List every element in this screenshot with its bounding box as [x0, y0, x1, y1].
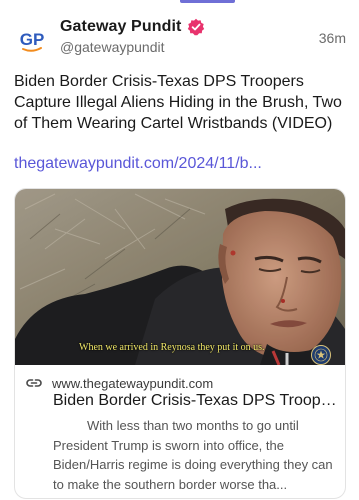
- avatar-initials: GP: [20, 30, 45, 49]
- card-title[interactable]: Biden Border Crisis-Texas DPS Troopers C…: [53, 392, 337, 410]
- link-chain-icon: [25, 376, 43, 390]
- verified-badge-icon: [187, 18, 205, 36]
- author-handle[interactable]: @gatewaypundit: [60, 39, 165, 55]
- card-domain: www.thegatewaypundit.com: [52, 375, 214, 391]
- top-indicator: [180, 0, 235, 3]
- card-description: With less than two months to go until Pr…: [53, 416, 341, 494]
- video-thumbnail[interactable]: When we arrived in Reynosa they put it o…: [15, 189, 345, 365]
- post-timestamp: 36m: [318, 30, 346, 46]
- author-name[interactable]: Gateway Pundit: [60, 18, 181, 36]
- video-caption: When we arrived in Reynosa they put it o…: [79, 342, 265, 353]
- post-text: Biden Border Crisis-Texas DPS Troopers C…: [14, 73, 342, 132]
- dps-seal-icon: [311, 345, 331, 365]
- post-link[interactable]: thegatewaypundit.com/2024/11/b...: [14, 155, 262, 173]
- link-preview-card[interactable]: When we arrived in Reynosa they put it o…: [14, 188, 346, 499]
- card-description-text: With less than two months to go until Pr…: [53, 418, 333, 492]
- avatar[interactable]: GP: [12, 20, 52, 60]
